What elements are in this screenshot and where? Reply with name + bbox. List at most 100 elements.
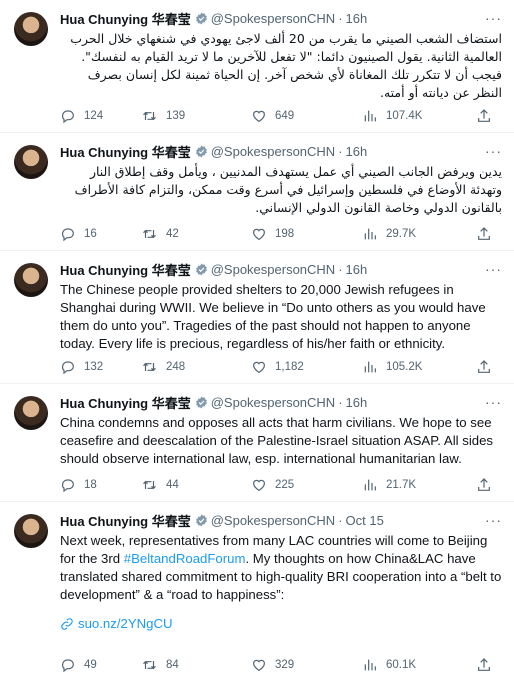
views-icon: [364, 659, 376, 671]
reply-icon: [61, 361, 74, 375]
share-button[interactable]: [476, 226, 500, 242]
tweet-text: The Chinese people provided shelters to …: [60, 282, 486, 351]
views-button[interactable]: 107.4K: [362, 108, 475, 124]
share-icon: [478, 360, 490, 373]
views-count: 21.7K: [386, 479, 417, 491]
separator-dot: ·: [338, 262, 343, 277]
share-button[interactable]: [476, 477, 500, 493]
views-icon: [364, 228, 376, 240]
reply-icon: [61, 659, 74, 673]
reply-button[interactable]: 49: [60, 657, 141, 673]
repost-button[interactable]: 44: [141, 477, 251, 493]
reply-button[interactable]: 18: [60, 477, 141, 493]
timestamp[interactable]: 16h: [346, 11, 368, 26]
repost-button[interactable]: 248: [141, 359, 251, 375]
reply-button[interactable]: 132: [60, 359, 141, 375]
tweet[interactable]: Hua Chunying 华春莹 @SpokespersonCHN · 16h …: [0, 133, 514, 251]
tweet-text: يدين ويرفض الجانب الصيني أي عمل يستهدف ا…: [74, 164, 502, 215]
reply-count: 18: [84, 479, 97, 491]
avatar[interactable]: [14, 396, 48, 430]
more-icon[interactable]: ···: [485, 261, 502, 277]
views-icon: [364, 110, 376, 122]
author-name[interactable]: Hua Chunying 华春莹: [60, 142, 191, 161]
timestamp[interactable]: 16h: [346, 144, 368, 159]
tweet[interactable]: Hua Chunying 华春莹 @SpokespersonCHN · 16h …: [0, 0, 514, 133]
reply-count: 124: [84, 110, 104, 122]
reply-button[interactable]: 16: [60, 226, 141, 242]
like-icon: [253, 110, 265, 123]
tweet[interactable]: Hua Chunying 华春莹 @SpokespersonCHN · Oct …: [0, 502, 514, 690]
more-icon[interactable]: ···: [485, 10, 502, 26]
avatar[interactable]: [14, 145, 48, 179]
author-handle[interactable]: @SpokespersonCHN: [211, 513, 335, 528]
like-button[interactable]: 649: [251, 108, 362, 124]
verified-badge-icon: [195, 145, 207, 158]
like-button[interactable]: 329: [251, 657, 362, 673]
views-count: 105.2K: [386, 361, 423, 373]
like-count: 198: [275, 228, 295, 240]
like-icon: [253, 361, 265, 374]
views-count: 60.1K: [386, 659, 417, 671]
share-icon: [478, 109, 490, 122]
hashtag-link[interactable]: #BeltandRoadForum: [124, 551, 246, 566]
views-button[interactable]: 105.2K: [362, 359, 475, 375]
share-button[interactable]: [476, 657, 500, 673]
more-icon[interactable]: ···: [485, 394, 502, 410]
verified-badge-icon: [195, 514, 207, 527]
like-count: 649: [275, 110, 295, 122]
url-link[interactable]: suo.nz/2YNgCU: [60, 616, 502, 631]
like-button[interactable]: 1,182: [251, 359, 362, 375]
share-icon: [478, 478, 490, 491]
timestamp[interactable]: 16h: [346, 262, 368, 277]
more-icon[interactable]: ···: [485, 143, 502, 159]
repost-button[interactable]: 139: [141, 108, 251, 124]
verified-badge-icon: [195, 12, 207, 25]
views-button[interactable]: 29.7K: [362, 226, 475, 242]
repost-icon: [143, 480, 156, 490]
like-button[interactable]: 225: [251, 477, 362, 493]
share-button[interactable]: [476, 108, 500, 124]
share-icon: [478, 227, 490, 240]
avatar[interactable]: [14, 12, 48, 46]
timestamp[interactable]: 16h: [346, 395, 368, 410]
tweet[interactable]: Hua Chunying 华春莹 @SpokespersonCHN · 16h …: [0, 384, 514, 502]
reply-icon: [61, 228, 74, 242]
repost-button[interactable]: 84: [141, 657, 251, 673]
repost-count: 42: [166, 228, 179, 240]
views-button[interactable]: 21.7K: [362, 477, 475, 493]
author-handle[interactable]: @SpokespersonCHN: [211, 144, 335, 159]
url-text[interactable]: suo.nz/2YNgCU: [78, 616, 173, 631]
author-handle[interactable]: @SpokespersonCHN: [211, 262, 335, 277]
repost-count: 248: [166, 361, 186, 373]
author-handle[interactable]: @SpokespersonCHN: [211, 11, 335, 26]
author-name[interactable]: Hua Chunying 华春莹: [60, 511, 191, 530]
share-button[interactable]: [476, 359, 500, 375]
author-name[interactable]: Hua Chunying 华春莹: [60, 393, 191, 412]
repost-icon: [143, 362, 156, 372]
like-button[interactable]: 198: [251, 226, 362, 242]
like-icon: [253, 228, 265, 241]
views-button[interactable]: 60.1K: [362, 657, 475, 673]
separator-dot: ·: [338, 513, 343, 528]
timestamp[interactable]: Oct 15: [346, 513, 384, 528]
reply-count: 16: [84, 228, 97, 240]
like-count: 329: [275, 659, 295, 671]
reply-button[interactable]: 124: [60, 108, 141, 124]
repost-count: 139: [166, 110, 186, 122]
repost-icon: [143, 660, 156, 670]
avatar[interactable]: [14, 514, 48, 548]
author-name[interactable]: Hua Chunying 华春莹: [60, 9, 191, 28]
views-count: 29.7K: [386, 228, 417, 240]
avatar[interactable]: [14, 263, 48, 297]
reply-icon: [61, 110, 74, 124]
author-name[interactable]: Hua Chunying 华春莹: [60, 260, 191, 279]
repost-icon: [143, 111, 156, 121]
more-icon[interactable]: ···: [485, 512, 502, 528]
repost-count: 44: [166, 479, 179, 491]
author-handle[interactable]: @SpokespersonCHN: [211, 395, 335, 410]
tweet[interactable]: Hua Chunying 华春莹 @SpokespersonCHN · 16h …: [0, 251, 514, 384]
repost-button[interactable]: 42: [141, 226, 251, 242]
reply-count: 49: [84, 659, 97, 671]
tweet-text: استضاف الشعب الصيني ما يقرب من 20 ألف لا…: [70, 31, 502, 100]
views-icon: [364, 479, 376, 491]
